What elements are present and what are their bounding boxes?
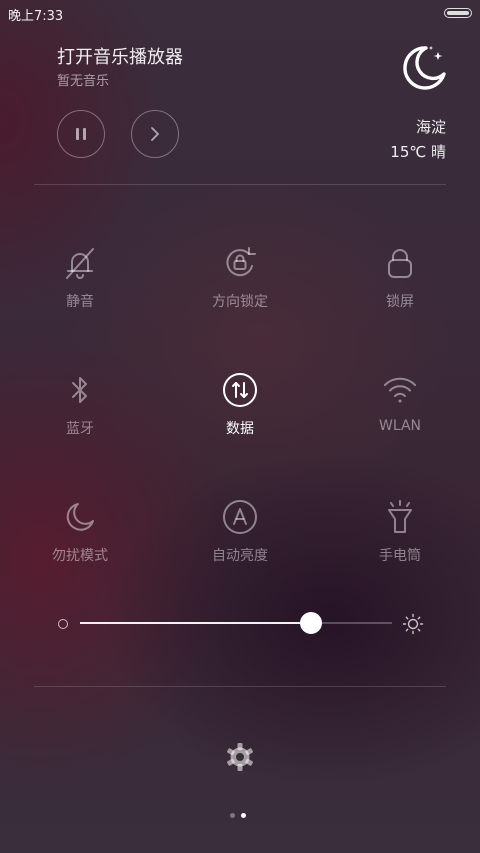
- chevron-right-icon: [151, 127, 159, 141]
- tile-label: 自动亮度: [212, 548, 268, 564]
- tile-do-not-disturb[interactable]: 勿扰模式: [20, 499, 140, 565]
- tile-mute[interactable]: 静音: [20, 245, 140, 311]
- status-time: 晚上7:33: [8, 9, 64, 24]
- brightness-slider-fill: [80, 622, 311, 624]
- pause-button[interactable]: [57, 110, 105, 158]
- moon-icon: [66, 503, 94, 531]
- page-indicator: [230, 813, 250, 819]
- page-dot: [241, 813, 246, 818]
- flashlight-icon: [388, 500, 412, 533]
- night-clear-weather-icon: [403, 46, 446, 90]
- mobile-data-icon: [223, 373, 257, 407]
- wifi-icon: [384, 377, 416, 403]
- next-button[interactable]: [131, 110, 179, 158]
- tile-bluetooth[interactable]: 蓝牙: [20, 372, 140, 438]
- tile-label: 锁屏: [386, 294, 414, 310]
- pause-icon: [76, 128, 86, 140]
- tile-lock-screen[interactable]: 锁屏: [340, 245, 460, 311]
- music-status: 暂无音乐: [57, 74, 110, 89]
- tile-label: 静音: [66, 294, 94, 310]
- page-dot: [230, 813, 235, 818]
- gear-icon[interactable]: [224, 741, 256, 773]
- tile-label: 手电筒: [379, 548, 421, 564]
- brightness-low-icon: [58, 619, 68, 629]
- tile-label: 方向锁定: [212, 294, 268, 310]
- music-player-title[interactable]: 打开音乐播放器: [57, 43, 183, 69]
- bell-off-icon: [66, 248, 94, 279]
- bluetooth-icon: [72, 377, 87, 403]
- tile-wlan[interactable]: WLAN: [340, 372, 460, 434]
- tile-mobile-data[interactable]: 数据: [180, 372, 300, 438]
- tile-label: 数据: [226, 421, 254, 437]
- status-bar: 晚上7:33: [0, 0, 480, 26]
- weather-city: 海淀: [415, 118, 446, 136]
- tile-auto-brightness[interactable]: 自动亮度: [180, 499, 300, 565]
- battery-icon: [444, 8, 472, 18]
- tile-label: WLAN: [378, 418, 421, 434]
- divider: [34, 686, 446, 687]
- tile-label: 蓝牙: [66, 421, 94, 437]
- tile-rotation-lock[interactable]: 方向锁定: [180, 245, 300, 311]
- rotation-lock-icon: [226, 247, 256, 277]
- divider: [34, 184, 446, 185]
- auto-brightness-icon: [223, 500, 257, 534]
- brightness-slider[interactable]: [80, 612, 392, 634]
- brightness-slider-thumb[interactable]: [299, 612, 322, 634]
- tile-label: 勿扰模式: [52, 548, 108, 564]
- weather-temperature: 15℃ 晴: [390, 143, 446, 161]
- lock-icon: [388, 249, 412, 278]
- brightness-high-icon: [402, 613, 424, 635]
- tile-flashlight[interactable]: 手电筒: [340, 499, 460, 565]
